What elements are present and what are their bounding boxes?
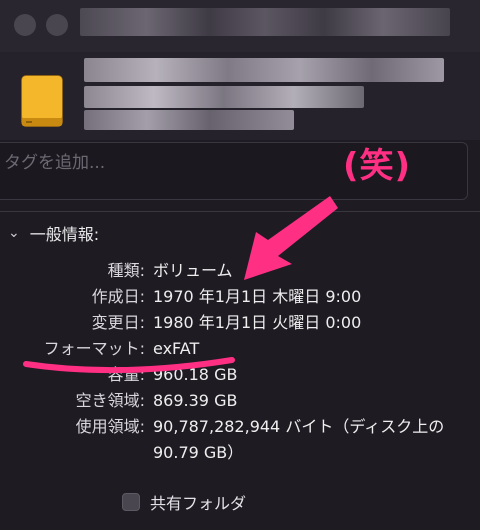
annotation-overlay bbox=[23, 196, 338, 374]
annotation-arrow bbox=[244, 196, 338, 280]
annotation-underline bbox=[23, 357, 235, 374]
annotation-text: (笑) bbox=[343, 146, 412, 186]
